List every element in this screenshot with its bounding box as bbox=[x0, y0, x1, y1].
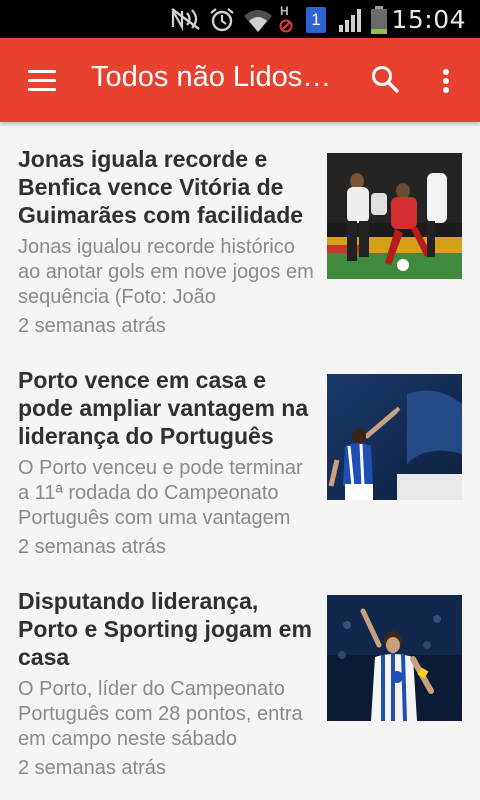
page-title: Todos não Lidos… bbox=[91, 61, 332, 93]
network-type-label: H bbox=[280, 4, 289, 18]
soccer-porto-celebration-photo bbox=[327, 374, 462, 500]
wifi-icon bbox=[244, 10, 272, 32]
app-bar: Todos não Lidos… bbox=[0, 38, 480, 122]
article-item[interactable]: Porto vence em casa e pode ampliar vanta… bbox=[0, 343, 480, 564]
sim-label: 1 bbox=[311, 10, 321, 29]
hsdpa-icon: H bbox=[279, 4, 293, 34]
sim-icon: 1 bbox=[306, 7, 326, 33]
search-icon bbox=[372, 66, 399, 93]
search-button[interactable] bbox=[364, 58, 408, 102]
article-timestamp: 2 semanas atrás bbox=[18, 536, 166, 558]
soccer-porto-captain-photo bbox=[327, 595, 462, 721]
article-snippet: O Porto venceu e pode terminar a 11ª rod… bbox=[18, 457, 303, 529]
menu-button[interactable] bbox=[14, 58, 58, 102]
clock: 15:04 bbox=[391, 5, 466, 34]
signal-icon bbox=[339, 9, 361, 32]
status-bar: H 1 15:04 bbox=[0, 0, 480, 38]
article-thumbnail bbox=[327, 153, 462, 279]
article-item[interactable]: Jonas iguala recorde e Benfica vence Vit… bbox=[0, 122, 480, 343]
article-title: Porto vence em casa e pode ampliar vanta… bbox=[18, 367, 309, 449]
alarm-icon bbox=[210, 8, 234, 32]
article-item[interactable]: Disputando liderança, Porto e Sporting j… bbox=[0, 564, 480, 785]
mute-icon bbox=[171, 8, 200, 31]
article-timestamp: 2 semanas atrás bbox=[18, 757, 166, 779]
article-title: Jonas iguala recorde e Benfica vence Vit… bbox=[18, 146, 304, 228]
article-snippet: Jonas igualou recorde histórico ao anota… bbox=[18, 236, 314, 308]
article-snippet: O Porto, líder do Campeonato Português c… bbox=[18, 678, 303, 750]
article-timestamp: 2 semanas atrás bbox=[18, 315, 166, 337]
article-thumbnail bbox=[327, 374, 462, 500]
soccer-benfica-photo bbox=[327, 153, 462, 279]
overflow-menu-button[interactable] bbox=[428, 58, 464, 102]
battery-icon bbox=[371, 6, 387, 34]
article-thumbnail bbox=[327, 595, 462, 721]
article-title: Disputando liderança, Porto e Sporting j… bbox=[18, 588, 312, 670]
